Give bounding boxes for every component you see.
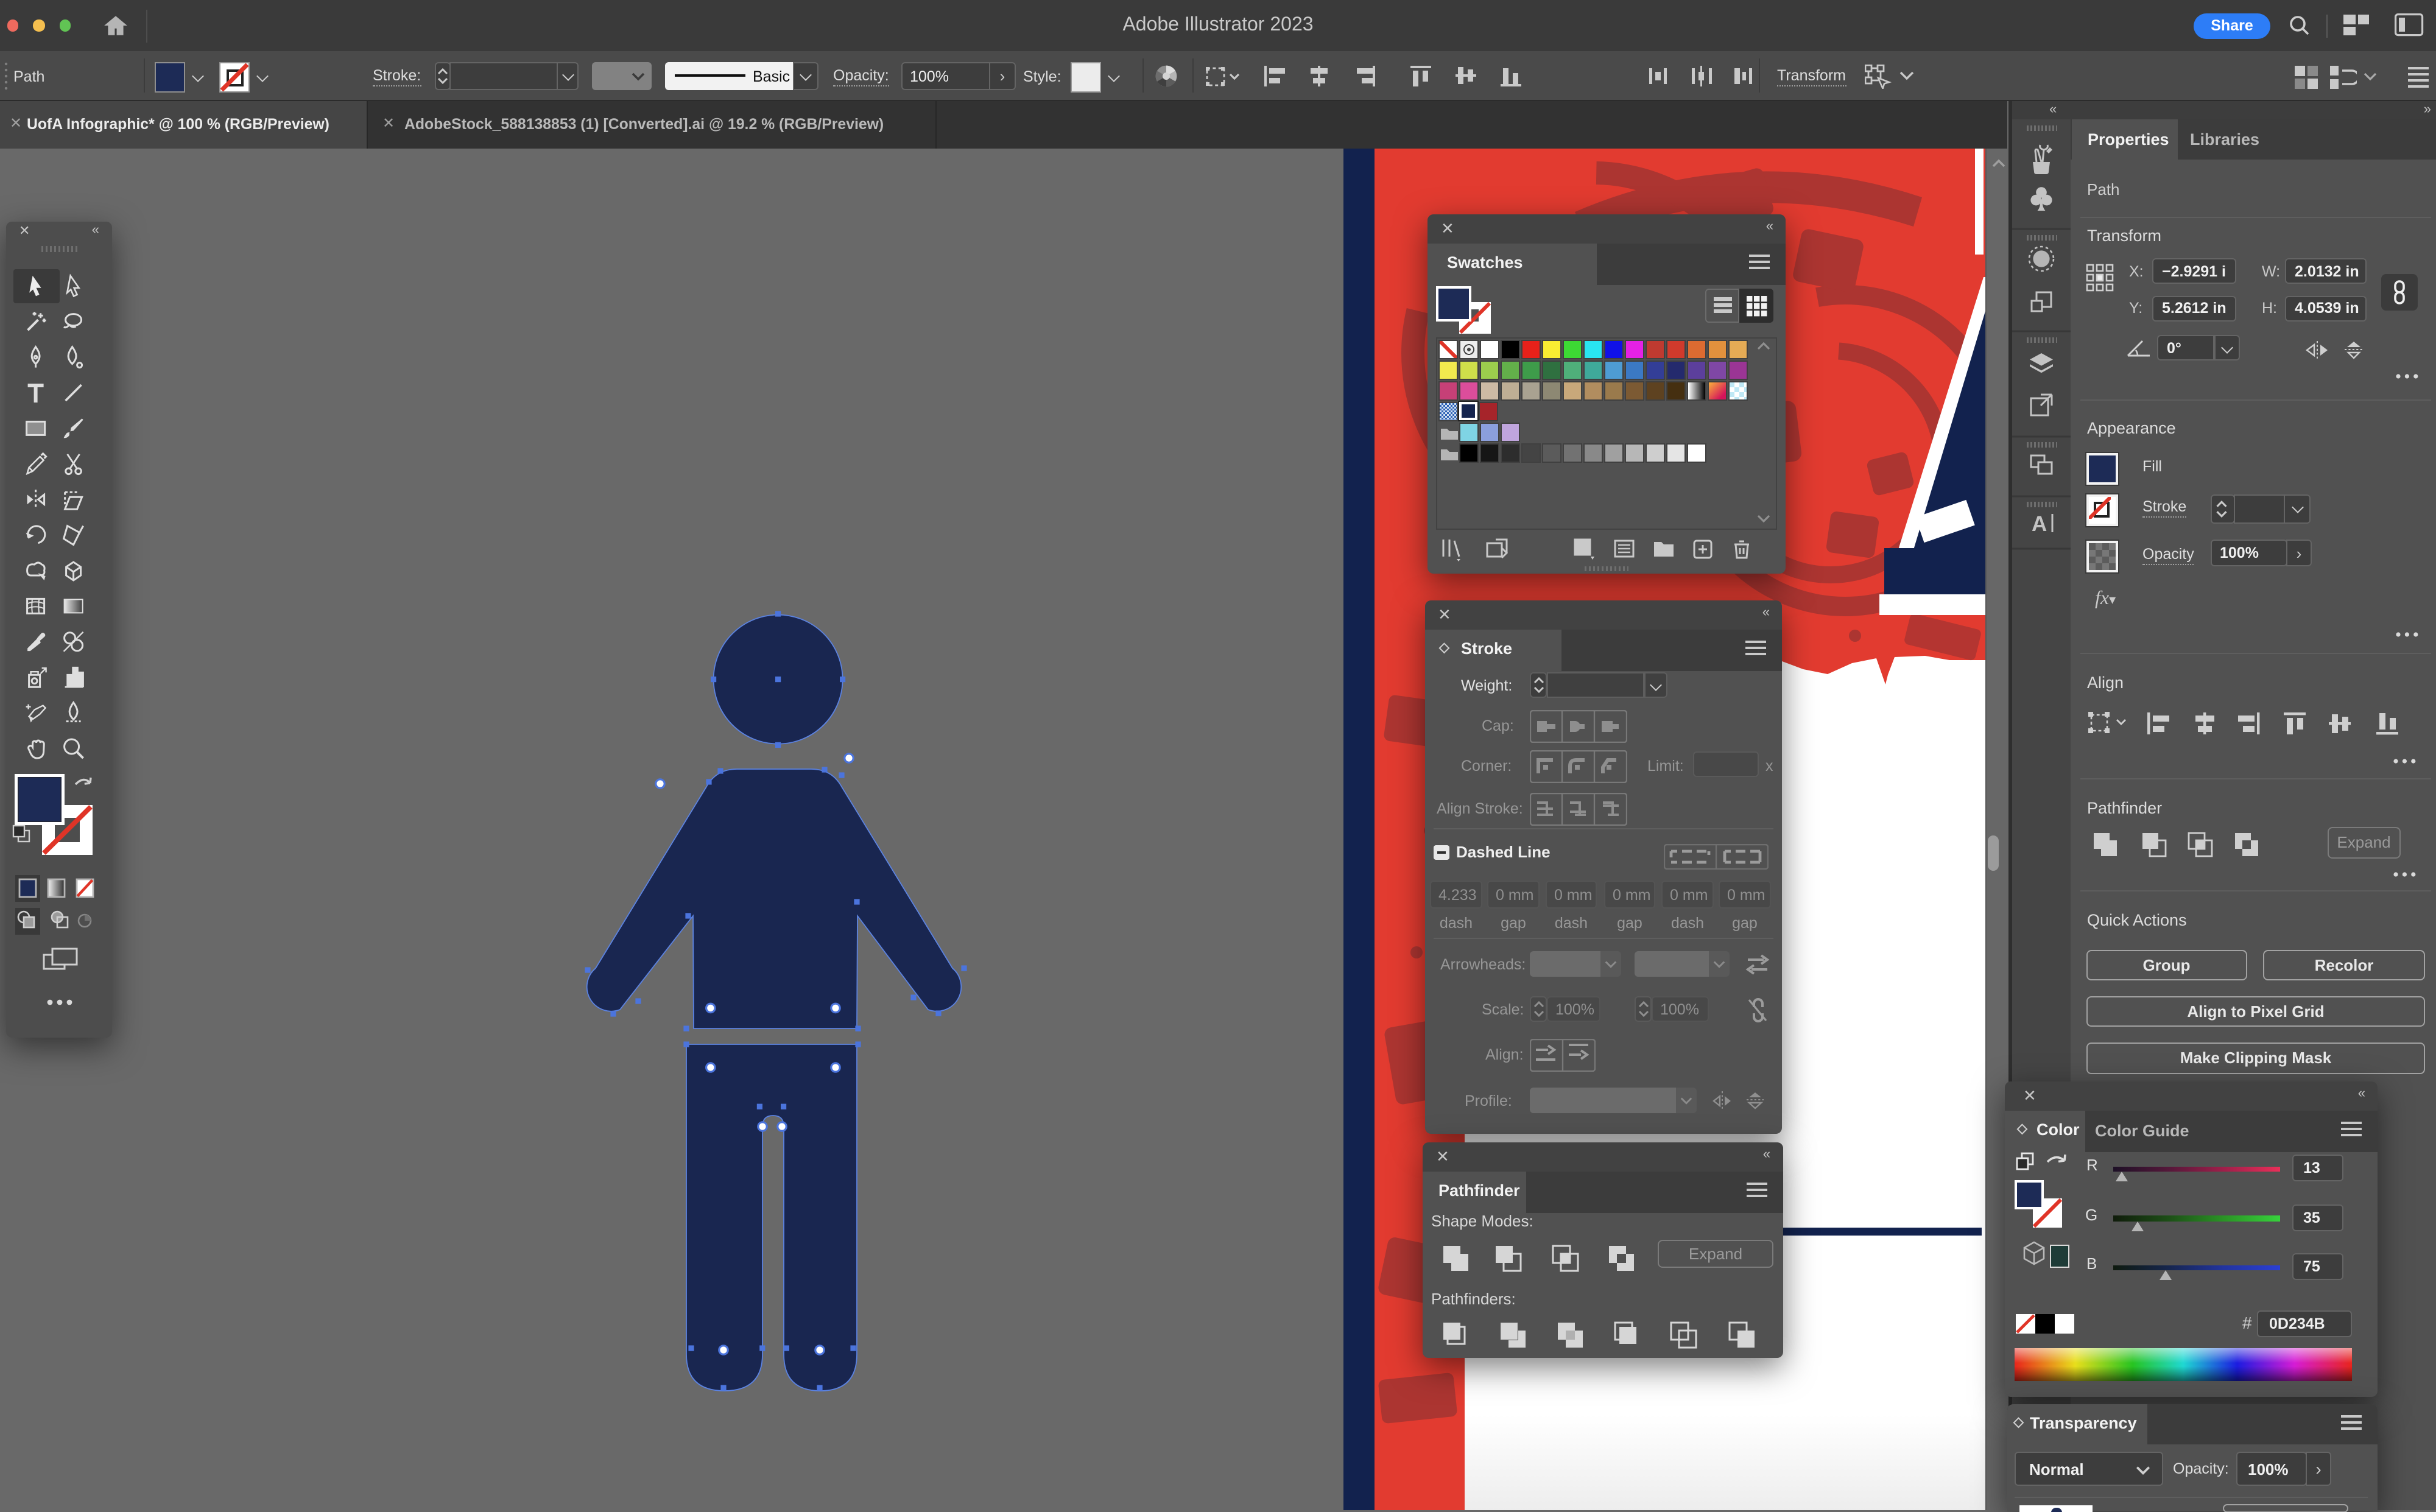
svg-text:A: A (2031, 512, 2046, 535)
